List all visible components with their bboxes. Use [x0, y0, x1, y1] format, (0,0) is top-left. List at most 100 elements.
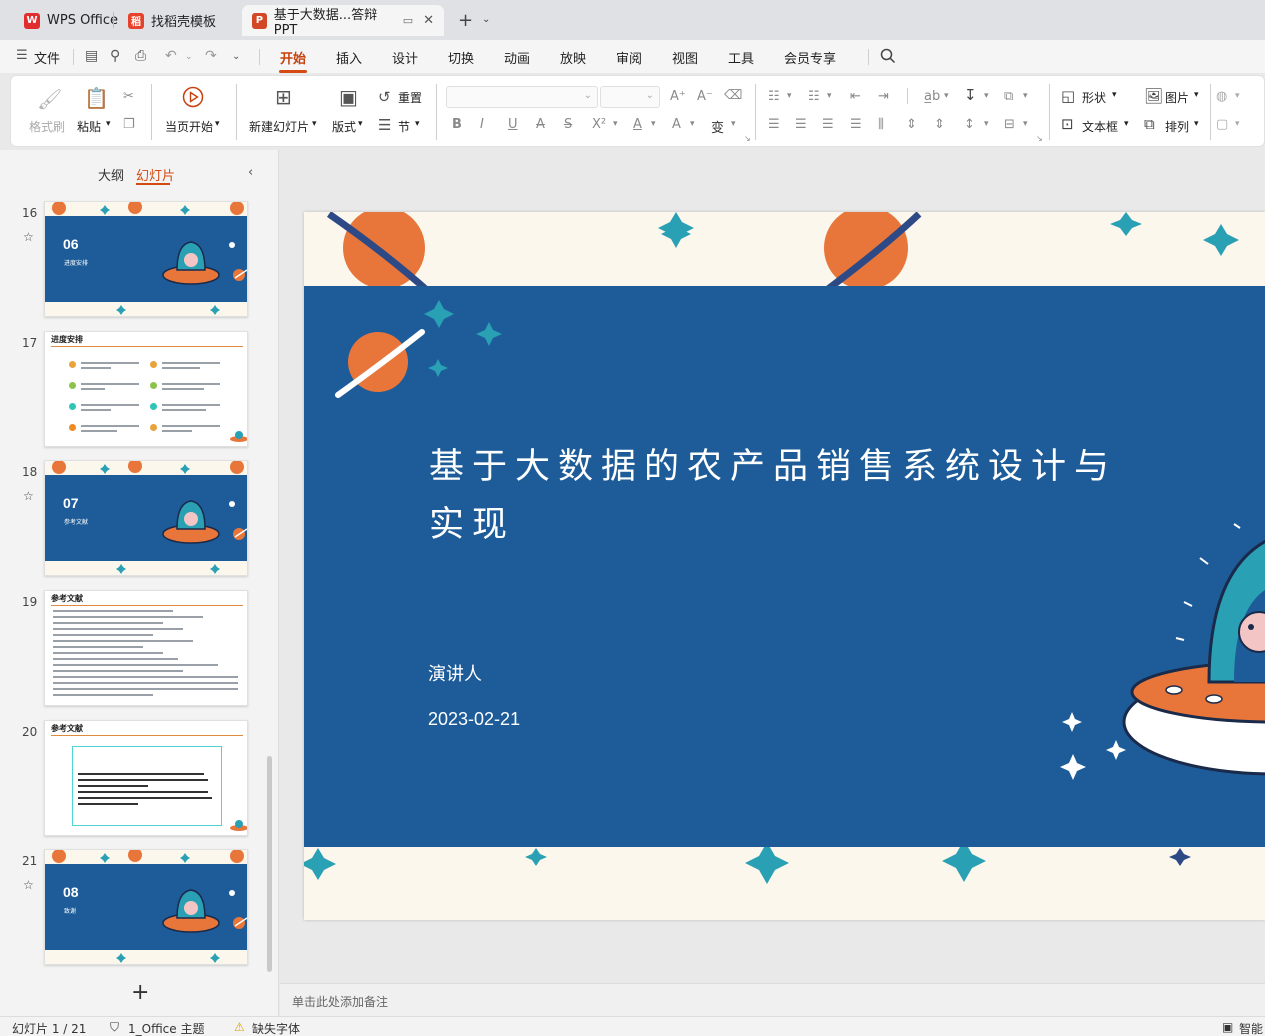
line-spacing-before-icon[interactable]: ⇕: [906, 117, 917, 132]
new-tab-icon[interactable]: +: [458, 10, 473, 31]
text-shadow-icon[interactable]: S: [564, 117, 572, 132]
arrange-button[interactable]: 排列: [1165, 118, 1189, 135]
chevron-down-icon[interactable]: ▾: [731, 119, 736, 129]
current-slide[interactable]: 基于大数据的农产品销售系统设计与 实现 演讲人 2023-02-21: [304, 212, 1265, 920]
hamburger-icon[interactable]: ☰: [16, 48, 28, 63]
chevron-down-icon[interactable]: ▾: [1023, 91, 1028, 101]
tab-wps-office[interactable]: W WPS Office: [14, 5, 128, 36]
distribute-icon[interactable]: ⫼: [878, 117, 884, 132]
numbered-list-icon[interactable]: ☷: [808, 89, 820, 104]
highlight-icon[interactable]: A: [672, 117, 681, 132]
panel-scrollbar[interactable]: [267, 756, 272, 972]
notes-placeholder[interactable]: 单击此处添加备注: [292, 993, 388, 1010]
reset-button[interactable]: 重置: [398, 89, 422, 106]
chevron-down-icon[interactable]: ▾: [944, 91, 949, 101]
increase-indent-icon[interactable]: ⇥: [878, 89, 889, 104]
close-tab-icon[interactable]: ✕: [423, 13, 434, 28]
menu-review[interactable]: 审阅: [616, 48, 642, 67]
chevron-down-icon[interactable]: ▾: [1112, 90, 1117, 100]
tab-outline[interactable]: 大纲: [98, 165, 124, 184]
chevron-down-icon[interactable]: ▾: [1194, 90, 1199, 100]
chevron-down-icon[interactable]: ▾: [1023, 119, 1028, 129]
fill-color-icon[interactable]: ◍: [1216, 89, 1227, 104]
text-direction-icon[interactable]: a̲b: [924, 89, 940, 104]
star-icon[interactable]: ☆: [23, 489, 34, 503]
start-from-current-button[interactable]: 当页开始: [165, 118, 213, 135]
sort-text-icon[interactable]: ↧: [964, 86, 977, 104]
save-icon[interactable]: ▤: [85, 48, 98, 64]
decrease-indent-icon[interactable]: ⇤: [850, 89, 861, 104]
missing-fonts-button[interactable]: 缺失字体: [252, 1020, 300, 1036]
theme-name[interactable]: 1_Office 主题: [128, 1020, 204, 1036]
search-icon[interactable]: [880, 48, 896, 64]
menu-transitions[interactable]: 切换: [448, 48, 474, 67]
copy-icon[interactable]: ❐: [123, 117, 135, 132]
menu-member[interactable]: 会员专享: [784, 48, 836, 67]
align-left-icon[interactable]: ☰: [768, 117, 780, 132]
phonetic-guide-icon[interactable]: 变: [711, 117, 724, 136]
textbox-button[interactable]: 文本框: [1082, 118, 1118, 135]
convert-smartart-icon[interactable]: ⧉: [1004, 89, 1013, 104]
slide-thumbnail-17[interactable]: 进度安排: [44, 331, 248, 447]
chevron-down-icon[interactable]: ▾: [415, 119, 420, 129]
cut-icon[interactable]: ✂: [123, 89, 134, 104]
star-icon[interactable]: ☆: [23, 878, 34, 892]
menu-view[interactable]: 视图: [672, 48, 698, 67]
chevron-down-icon[interactable]: ▾: [1194, 119, 1199, 129]
clear-format-icon[interactable]: ⌫: [724, 88, 742, 103]
increase-font-icon[interactable]: A⁺: [670, 89, 686, 104]
chevron-down-icon[interactable]: ⌄: [232, 51, 240, 62]
chevron-down-icon[interactable]: ▾: [1235, 119, 1240, 129]
vertical-align-icon[interactable]: ⊟: [1004, 117, 1015, 132]
line-spacing-after-icon[interactable]: ⇕: [934, 117, 945, 132]
line-spacing-icon[interactable]: ↕: [964, 117, 975, 132]
print-preview-icon[interactable]: ⎙: [135, 48, 146, 64]
superscript-icon[interactable]: X²: [592, 117, 606, 132]
chevron-down-icon[interactable]: ▾: [1124, 119, 1129, 129]
menu-start[interactable]: 开始: [280, 48, 306, 67]
chevron-down-icon[interactable]: ▾: [358, 119, 363, 129]
smart-button[interactable]: 智能: [1239, 1020, 1263, 1036]
chevron-down-icon[interactable]: ▾: [1235, 91, 1240, 101]
redo-icon[interactable]: ↷: [205, 48, 217, 64]
menu-file[interactable]: 文件: [34, 48, 60, 67]
slide-thumbnail-20[interactable]: 参考文献: [44, 720, 248, 836]
star-icon[interactable]: ☆: [23, 230, 34, 244]
font-size-select[interactable]: ⌄: [600, 86, 660, 108]
undo-dropdown-icon[interactable]: ⌄: [185, 52, 193, 62]
font-color-icon[interactable]: A: [633, 117, 642, 132]
tab-docer-templates[interactable]: 稻 找稻壳模板: [118, 5, 226, 36]
justify-icon[interactable]: ☰: [850, 117, 862, 132]
outline-color-icon[interactable]: ▢: [1216, 117, 1228, 132]
menu-insert[interactable]: 插入: [336, 48, 362, 67]
underline-icon[interactable]: U: [508, 117, 518, 132]
undo-icon[interactable]: ↶: [165, 48, 177, 64]
paragraph-dialog-launcher-icon[interactable]: ↘: [1036, 134, 1043, 143]
slide-thumbnail-16[interactable]: 06 进度安排: [44, 201, 248, 317]
chevron-down-icon[interactable]: ▾: [787, 91, 792, 101]
chevron-down-icon[interactable]: ▾: [827, 91, 832, 101]
tab-current-document[interactable]: P 基于大数据...答辩PPT ▭ ✕: [242, 5, 444, 38]
strikethrough-icon[interactable]: A: [536, 117, 545, 132]
chevron-down-icon[interactable]: ▾: [106, 119, 111, 129]
section-button[interactable]: 节: [398, 118, 410, 135]
align-center-icon[interactable]: ☰: [795, 117, 807, 132]
font-name-select[interactable]: ⌄: [446, 86, 598, 108]
decrease-font-icon[interactable]: A⁻: [697, 89, 713, 104]
chevron-down-icon[interactable]: ▾: [690, 119, 695, 129]
shape-button[interactable]: 形状: [1082, 89, 1106, 106]
chevron-down-icon[interactable]: ▾: [984, 91, 989, 101]
share-icon[interactable]: ⚲: [110, 48, 120, 64]
slide-thumbnail-21[interactable]: 08 致谢: [44, 849, 248, 965]
menu-design[interactable]: 设计: [392, 48, 418, 67]
add-slide-button[interactable]: +: [131, 980, 149, 1005]
chevron-down-icon[interactable]: ▾: [215, 119, 220, 129]
chevron-down-icon[interactable]: ▾: [613, 119, 618, 129]
italic-icon[interactable]: I: [480, 117, 484, 132]
slide-thumbnail-19[interactable]: 参考文献: [44, 590, 248, 706]
chevron-down-icon[interactable]: ⌄: [482, 14, 490, 25]
menu-tools[interactable]: 工具: [728, 48, 754, 67]
menu-animations[interactable]: 动画: [504, 48, 530, 67]
slide-thumbnail-18[interactable]: 07 参考文献: [44, 460, 248, 576]
font-dialog-launcher-icon[interactable]: ↘: [744, 134, 751, 143]
